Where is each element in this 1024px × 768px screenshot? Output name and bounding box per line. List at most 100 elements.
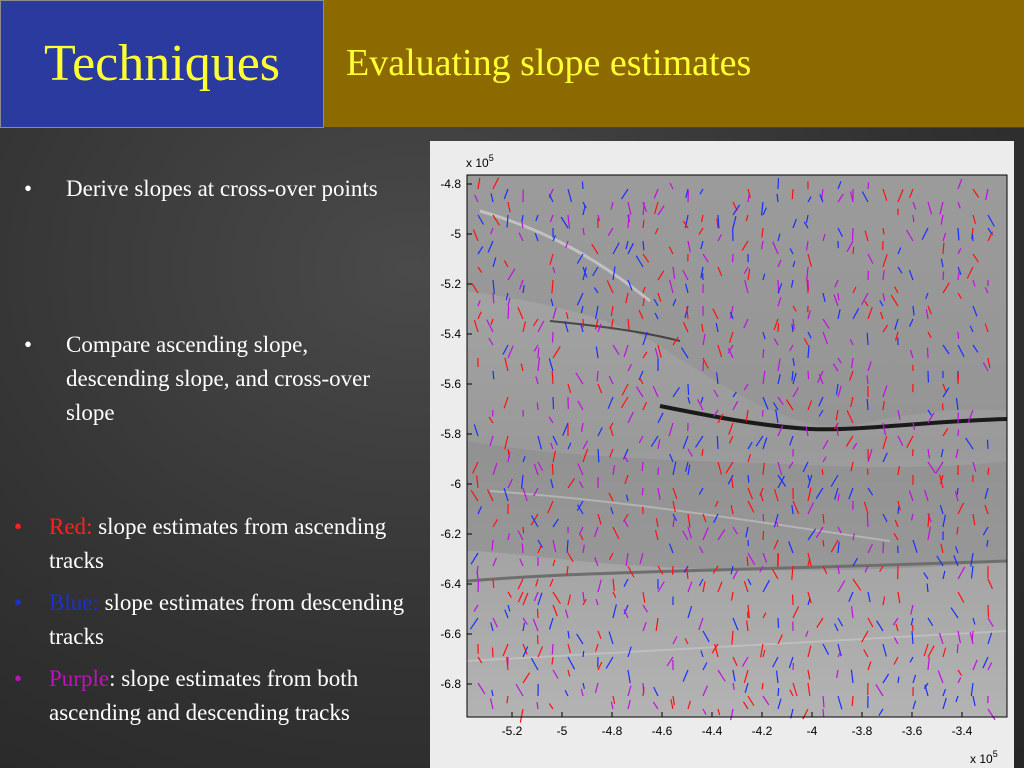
bullet-marker: • [14, 666, 23, 691]
slope-arrow [492, 292, 495, 304]
slope-arrow [536, 608, 539, 619]
slope-arrow [777, 323, 780, 333]
x-tick-label: -5 [557, 724, 568, 738]
slope-arrow [852, 246, 855, 255]
slope-arrow [957, 373, 960, 385]
slope-arrow [777, 553, 780, 567]
slope-arrow [747, 474, 750, 483]
x-tick-label: -4.2 [752, 724, 773, 738]
slope-arrow [582, 650, 585, 658]
slope-arrow [986, 439, 989, 450]
bullet-item: • Derive slopes at cross-over points [22, 172, 378, 206]
bullet-marker: • [24, 332, 33, 357]
y-tick-label: -4.8 [440, 177, 461, 191]
slope-arrow [971, 234, 974, 242]
slope-map-svg: -4.8 -5 -5.2 -5.4 -5.6 -5.8 -6 -6.2 -6.4 -6.6 -6.8… [440, 153, 1008, 766]
slope-arrow [912, 214, 915, 223]
color-legend: • Red: slope estimates from ascending tr… [8, 510, 418, 738]
slope-arrow [926, 347, 929, 359]
x-tick-label: -4.6 [652, 724, 673, 738]
y-tick-label: -5 [450, 227, 461, 241]
x-axis-exponent: x 105 [970, 749, 998, 766]
legend-color-word: Red: [49, 514, 93, 539]
slope-arrow [492, 370, 495, 380]
x-tick-label: -4.4 [702, 724, 723, 738]
y-tick-label: -5.4 [440, 327, 461, 341]
x-tick-label: -4.8 [602, 724, 623, 738]
slope-arrow [551, 331, 554, 343]
slope-arrow [491, 647, 494, 658]
slope-arrow [837, 292, 840, 301]
slope-arrow [956, 643, 959, 654]
slope-arrow [761, 682, 764, 690]
slope-arrow [492, 578, 495, 588]
slope-arrow [641, 487, 644, 496]
y-tick-label: -5.8 [440, 427, 461, 441]
legend-color-word: Purple [49, 666, 110, 691]
slope-arrow [866, 332, 869, 346]
x-tick-label: -4 [807, 724, 818, 738]
x-tick-label: -3.8 [852, 724, 873, 738]
slope-arrow [777, 687, 780, 697]
slope-arrow [867, 182, 870, 190]
slope-arrow [807, 370, 810, 380]
x-tick-label: -3.6 [902, 724, 923, 738]
slope-arrow [791, 188, 794, 200]
slope-arrow [536, 635, 539, 645]
slope-arrow [551, 463, 554, 476]
slide-subtitle: Evaluating slope estimates [346, 42, 752, 84]
slope-arrow [522, 526, 525, 534]
slope-arrow [777, 617, 780, 628]
slope-arrow [882, 542, 885, 554]
legend-text: slope estimates from descending tracks [49, 590, 405, 649]
legend-item-purple: • Purple: slope estimates from both asce… [8, 662, 418, 730]
slope-arrow [897, 506, 900, 515]
slope-arrow [942, 271, 945, 281]
slope-arrow [762, 349, 765, 359]
slide-title: Techniques [43, 35, 281, 92]
slope-arrow [866, 398, 869, 411]
slope-arrow [552, 396, 555, 410]
slope-arrow [987, 604, 990, 618]
slope-arrow [657, 467, 660, 476]
y-tick-label: -5.2 [440, 277, 461, 291]
y-tick-label: -6.8 [440, 677, 461, 691]
slope-arrow [477, 579, 480, 593]
slope-arrow [507, 306, 510, 320]
slope-arrow [702, 360, 705, 372]
slope-arrow [716, 435, 719, 450]
slope-arrow [956, 487, 959, 495]
slope-arrow [687, 383, 690, 395]
x-tick-label: -5.2 [502, 724, 523, 738]
slope-figure: -4.8 -5 -5.2 -5.4 -5.6 -5.8 -6 -6.2 -6.4 -6.6 -6.8… [430, 141, 1014, 768]
slope-arrow [551, 370, 554, 385]
slope-arrow [987, 467, 990, 476]
x-tick-label: -3.4 [952, 724, 973, 738]
slope-arrow [521, 543, 524, 554]
bullet-marker: • [14, 514, 23, 539]
slope-arrow [851, 695, 854, 706]
slope-arrow [822, 708, 825, 718]
slope-arrow [641, 461, 644, 472]
slope-arrow [551, 643, 554, 655]
slope-arrow [777, 178, 780, 190]
slope-arrow [537, 347, 540, 359]
slope-arrow [762, 513, 765, 522]
legend-color-word: Blue: [49, 590, 99, 615]
y-axis-exponent: x 105 [466, 153, 494, 170]
legend-item-blue: • Blue: slope estimates from descending … [8, 586, 418, 654]
slope-arrow [822, 539, 825, 547]
legend-item-red: • Red: slope estimates from ascending tr… [8, 510, 418, 578]
slope-arrow [866, 513, 869, 528]
slide-subtitle-box: Evaluating slope estimates [324, 0, 1024, 128]
bullet-text: Compare ascending slope, descending slop… [66, 332, 371, 425]
y-tick-label: -6.6 [440, 627, 461, 641]
bullet-marker: • [24, 176, 33, 201]
slope-arrow [536, 402, 539, 411]
bullet-text: Derive slopes at cross-over points [66, 176, 378, 201]
slope-arrow [866, 468, 869, 476]
y-tick-label: -5.6 [440, 377, 461, 391]
slope-arrow [957, 429, 960, 437]
slope-arrow [957, 331, 960, 339]
slope-arrow [491, 409, 494, 417]
